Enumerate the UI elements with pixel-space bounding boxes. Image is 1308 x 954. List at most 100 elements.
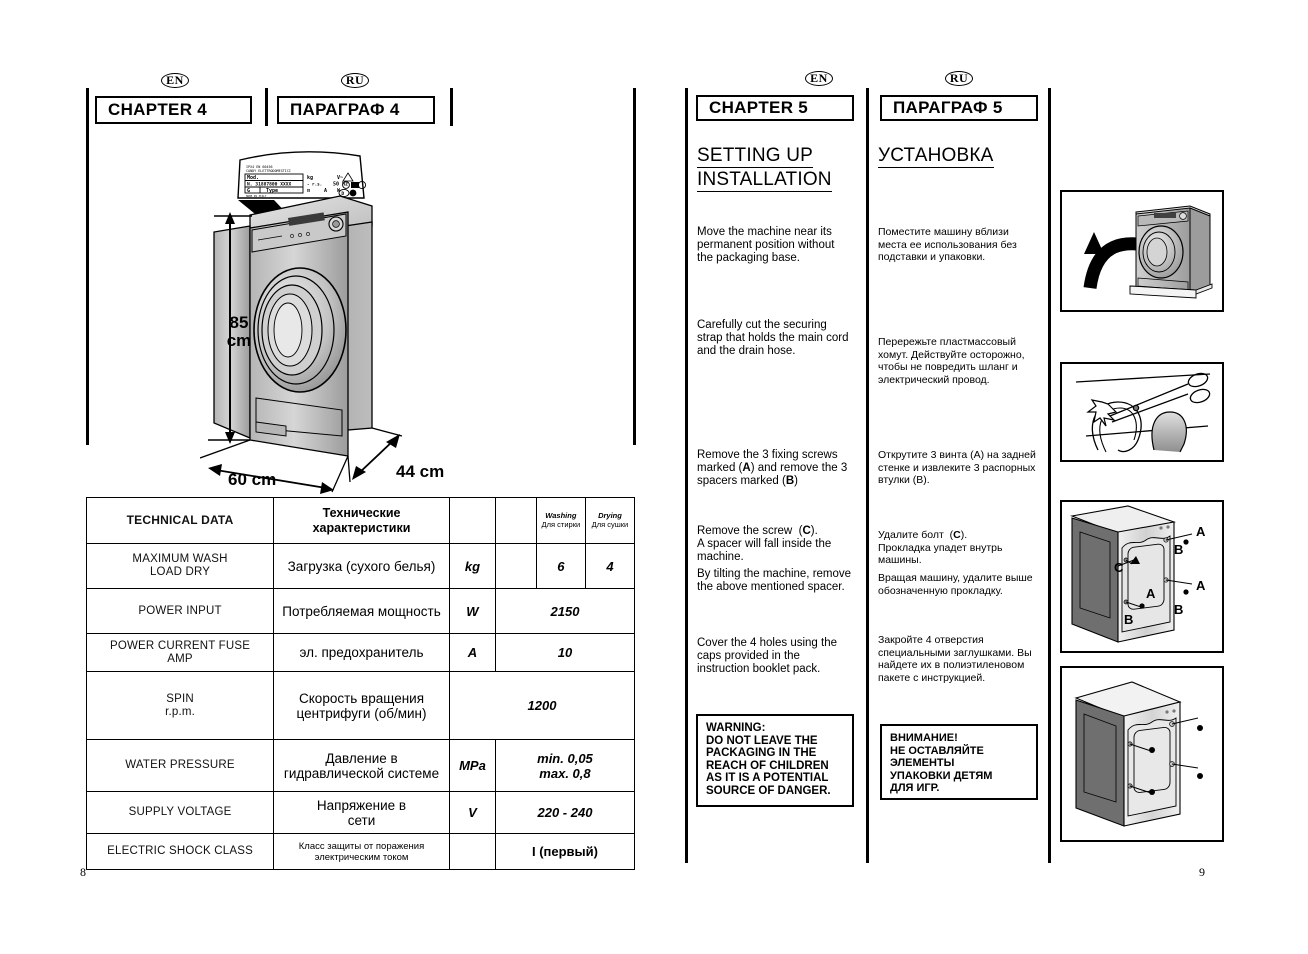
table-header-row: TECHNICAL DATA Технические характеристик… (85, 497, 636, 544)
page-number-right: 9 (1199, 865, 1205, 879)
svg-text:Mod.: Mod. (247, 175, 259, 181)
right-column-rule (1048, 88, 1051, 863)
svg-text:A: A (1146, 586, 1156, 601)
header-technical-data-ru: Технические характеристики (273, 497, 450, 544)
row-label-en: SUPPLY VOLTAGE (85, 791, 275, 834)
paragraph-ru-6: Закройте 4 отверстия специальными заглуш… (878, 634, 1032, 684)
chapter-box-ru: ПАРАГРАФ 4 (277, 96, 435, 124)
svg-text:B: B (1174, 602, 1183, 617)
language-badge-en-label: EN (805, 71, 833, 86)
language-badge-ru: RU (320, 72, 390, 88)
section-title-ru: УСТАНОВКА (878, 145, 994, 168)
row-unit (448, 833, 496, 870)
row-label-ru: Давление в гидравлической системе (273, 739, 450, 792)
right-page: EN RU CHAPTER 5 ПАРАГРАФ 5 SETTING UP IN… (654, 0, 1308, 954)
right-margin-rule (633, 88, 636, 445)
chapter-box-en: CHAPTER 5 (696, 95, 854, 121)
chapter-box-ru: ПАРАГРАФ 5 (880, 95, 1038, 121)
row-label-en: MAXIMUM WASH LOAD DRY (85, 543, 275, 589)
row-label-en: WATER PRESSURE (85, 739, 275, 792)
column-divider-rule-top (265, 88, 268, 126)
row-label-ru: эл. предохранитель (273, 633, 450, 672)
chapter-label-ru: ПАРАГРАФ 5 (893, 98, 1003, 117)
table-row: POWER CURRENT FUSE AMP эл. предохранител… (85, 633, 636, 672)
header-gap-cell (494, 497, 537, 544)
paragraph-en-4: Remove the screw (C). A spacer will fall … (697, 525, 832, 563)
row-label-en: POWER CURRENT FUSE AMP (85, 633, 275, 672)
dimension-width-label: 60 cm (228, 470, 277, 489)
paragraph-ru-3: Открутите 3 винта (А) на задней стенке и… (878, 449, 1036, 487)
row-unit: W (448, 588, 496, 634)
table-row: SUPPLY VOLTAGE Напряжение в сети V 220 -… (85, 791, 636, 834)
table-row: SPIN r.p.m. Скорость вращения центрифуги… (85, 671, 636, 740)
language-badge-en: EN (784, 70, 854, 86)
svg-text:A: A (1196, 524, 1206, 539)
language-badge-ru-label: RU (944, 71, 974, 86)
illustration-panel-rear-screws: A B A B C A B (1060, 500, 1224, 653)
chapter-label-en: CHAPTER 5 (709, 98, 809, 117)
row-value: 220 - 240 (494, 791, 636, 834)
illustration-panel-remove-base (1060, 190, 1224, 312)
rating-plate: IPX4 EN 60456 CANDY ELETTRODOMESTICI Mod… (237, 151, 367, 199)
header-unit-cell (448, 497, 496, 544)
row-label-en: SPIN r.p.m. (85, 671, 275, 740)
paragraph-ru-1: Поместите машину вблизи места ее использ… (878, 226, 1017, 264)
paragraph-ru-2: Перережьте пластмассовый хомут. Действуй… (878, 336, 1025, 386)
column-divider-rule (866, 88, 869, 863)
row-value-drying: 4 (584, 543, 636, 589)
illustration-panel-cover-holes (1060, 666, 1224, 842)
svg-text:N. 31887800 XXXX: N. 31887800 XXXX (247, 182, 291, 188)
row-gap-cell (494, 543, 537, 589)
paragraph-en-6: Cover the 4 holes using the caps provide… (697, 637, 838, 675)
row-unit: MPa (448, 739, 496, 792)
left-page: EN RU CHAPTER 4 ПАРАГРАФ 4 IPX4 EN 60456… (0, 0, 654, 954)
table-row: WATER PRESSURE Давление в гидравлической… (85, 739, 636, 792)
paragraph-en-5: By tilting the machine, remove the above… (697, 568, 852, 593)
row-label-ru: Напряжение в сети (273, 791, 450, 834)
left-margin-rule (86, 88, 89, 445)
svg-text:50 Hz: 50 Hz (333, 182, 348, 188)
paragraph-en-2: Carefully cut the securing strap that ho… (697, 319, 849, 357)
header-technical-data-en: TECHNICAL DATA (85, 497, 275, 544)
row-unit: V (448, 791, 496, 834)
dimension-height-label: 85 cm (226, 313, 252, 350)
row-unit: kg (448, 543, 496, 589)
table-row: ELECTRIC SHOCK CLASS Класс защиты от пор… (85, 833, 636, 870)
language-badge-en: EN (140, 72, 210, 88)
table-row: MAXIMUM WASH LOAD DRY Загрузка (сухого б… (85, 543, 636, 589)
row-value: 2150 (494, 588, 636, 634)
warning-box-en: WARNING: DO NOT LEAVE THE PACKAGING IN T… (696, 714, 854, 807)
header-drying: Drying Для сушки (584, 497, 636, 544)
svg-text:B: B (1174, 542, 1183, 557)
svg-text:CANDY ELETTRODOMESTICI: CANDY ELETTRODOMESTICI (246, 169, 291, 173)
svg-text:Type: Type (266, 188, 278, 194)
illustration-panel-cut-strap (1060, 362, 1224, 462)
svg-text:A: A (324, 188, 327, 194)
row-unit: A (448, 633, 496, 672)
svg-text:MADE IN ITALY: MADE IN ITALY (246, 194, 267, 198)
row-value: I (первый) (494, 833, 636, 870)
row-label-ru: Скорость вращения центрифуги (об/мин) (273, 671, 450, 740)
row-label-en: ELECTRIC SHOCK CLASS (85, 833, 275, 870)
paragraph-ru-4: Удалите болт (С). Прокладка упадет внутрь… (878, 529, 1003, 567)
warning-box-ru: ВНИМАНИЕ! НЕ ОСТАВЛЯЙТЕ ЭЛЕМЕНТЫ УПАКОВК… (880, 724, 1038, 800)
svg-text:C: C (1114, 560, 1124, 575)
svg-text:G: G (247, 188, 250, 194)
paragraph-ru-5: Вращая машину, удалите выше обозначенную… (878, 572, 1033, 597)
language-badge-ru: RU (924, 70, 994, 86)
row-value-washing: 6 (535, 543, 586, 589)
dimension-depth-label: 44 cm (396, 462, 445, 481)
svg-text:⊟: ⊟ (307, 188, 310, 194)
header-washing: Washing Для стирки (535, 497, 586, 544)
svg-text:V~: V~ (337, 175, 343, 181)
technical-data-table: TECHNICAL DATA Технические характеристик… (85, 497, 636, 870)
chapter-box-en: CHAPTER 4 (95, 96, 252, 124)
chapter-label-en: CHAPTER 4 (108, 100, 208, 119)
row-label-ru: Загрузка (сухого белья) (273, 543, 450, 589)
language-badge-ru-label: RU (340, 73, 370, 88)
table-row: POWER INPUT Потребляемая мощность W 2150 (85, 588, 636, 634)
row-label-ru: Потребляемая мощность (273, 588, 450, 634)
row-label-en: POWER INPUT (85, 588, 275, 634)
svg-text:B: B (1124, 612, 1133, 627)
svg-text:- r.s.: - r.s. (307, 182, 322, 187)
